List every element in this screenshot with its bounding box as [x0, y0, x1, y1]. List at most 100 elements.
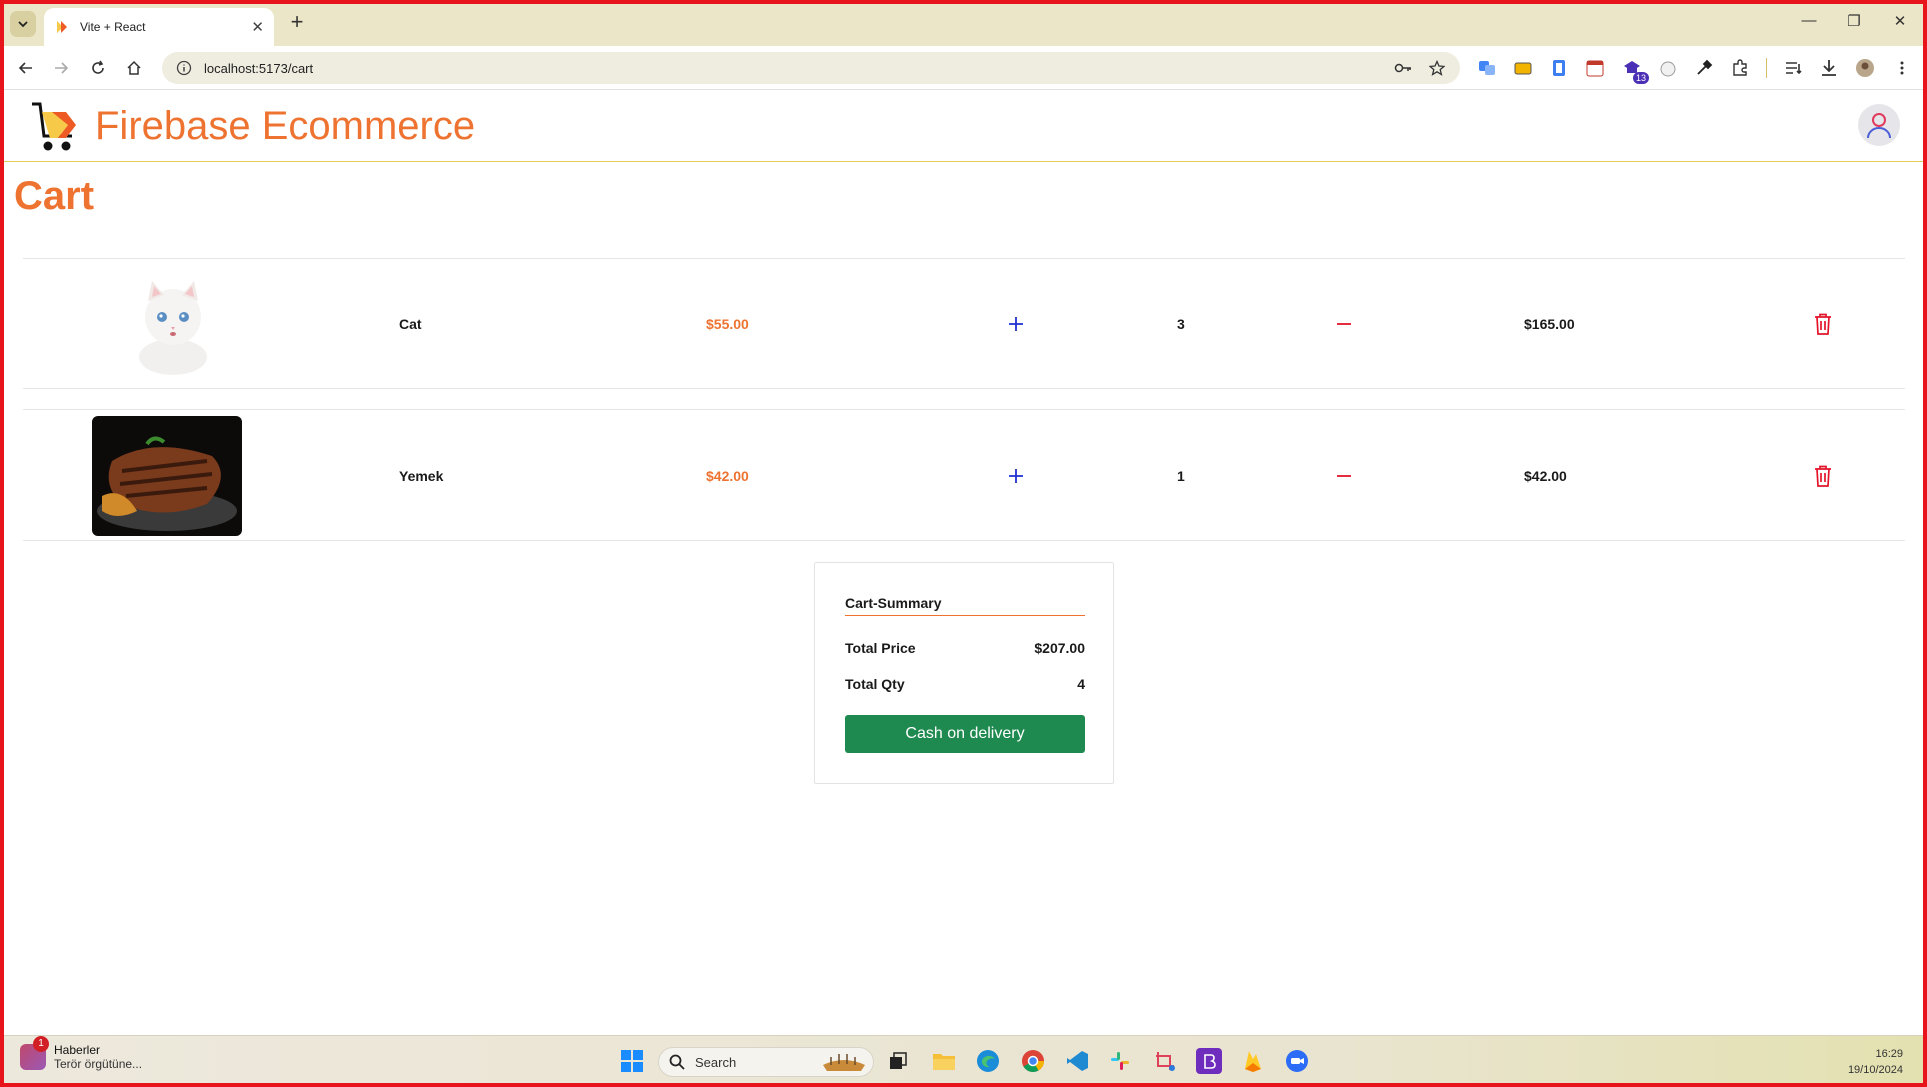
extension-folder-icon[interactable] — [1512, 57, 1534, 79]
windows-taskbar: 1 Haberler Terör örgütüne... Search 16:2… — [0, 1035, 1927, 1087]
delete-item-button[interactable] — [1809, 462, 1837, 490]
system-clock[interactable]: 16:29 19/10/2024 — [1848, 1046, 1903, 1078]
decrease-qty-button[interactable] — [1330, 310, 1358, 338]
chrome-icon[interactable] — [1020, 1048, 1046, 1074]
increase-qty-button[interactable] — [1002, 462, 1030, 490]
screen-border — [0, 0, 1927, 1087]
firebase-icon[interactable] — [1240, 1048, 1266, 1074]
windows-start-icon[interactable] — [619, 1048, 645, 1074]
extension-calendar-icon[interactable] — [1584, 57, 1606, 79]
product-name: Cat — [399, 316, 422, 332]
react-favicon-icon — [57, 21, 67, 33]
total-price-value: $207.00 — [1034, 640, 1085, 656]
line-total: $42.00 — [1524, 468, 1567, 484]
browser-tab[interactable]: Vite + React ✕ — [44, 8, 274, 46]
back-button[interactable] — [14, 56, 38, 80]
reload-icon — [92, 60, 104, 74]
site-info-icon[interactable] — [176, 60, 192, 76]
news-title: Haberler — [54, 1043, 101, 1057]
trash-icon — [1815, 313, 1831, 335]
brand-title[interactable]: Firebase Ecommerce — [95, 104, 475, 149]
increase-qty-button[interactable] — [1002, 310, 1030, 338]
close-window-icon[interactable]: ✕ — [1890, 12, 1910, 30]
search-icon — [669, 1054, 685, 1070]
cart-row: Yemek $42.00 1 $42.00 — [23, 409, 1905, 541]
steak-image-icon — [92, 416, 242, 536]
product-image — [92, 416, 242, 536]
product-name: Yemek — [399, 468, 444, 484]
news-subtitle: Terör örgütüne... — [54, 1057, 143, 1071]
tab-search-button[interactable] — [10, 11, 36, 37]
address-bar[interactable]: localhost:5173/cart — [162, 52, 1460, 84]
snipping-tool-icon[interactable] — [1152, 1048, 1178, 1074]
restore-icon[interactable]: ❐ — [1844, 12, 1864, 30]
password-key-icon[interactable] — [1392, 57, 1414, 79]
extension-docs-icon[interactable] — [1548, 57, 1570, 79]
product-price: $42.00 — [706, 468, 749, 484]
extensions-puzzle-icon[interactable] — [1729, 57, 1751, 79]
minimize-icon[interactable]: — — [1799, 12, 1819, 29]
search-highlight-icon — [823, 1054, 865, 1071]
home-icon — [127, 60, 141, 75]
trash-icon — [1815, 465, 1831, 487]
minus-icon — [1337, 475, 1351, 477]
slack-icon[interactable] — [1107, 1048, 1133, 1074]
decrease-qty-button[interactable] — [1330, 462, 1358, 490]
page-title: Cart — [14, 174, 95, 218]
vscode-icon[interactable] — [1064, 1048, 1090, 1074]
chrome-menu-icon[interactable] — [1891, 57, 1913, 79]
extension-school-icon[interactable]: 13 — [1621, 57, 1649, 84]
extension-timer-icon[interactable] — [1657, 57, 1679, 79]
tab-close-icon[interactable]: ✕ — [251, 18, 264, 36]
extension-badge: 13 — [1632, 72, 1649, 84]
reading-list-icon[interactable] — [1783, 57, 1805, 79]
total-qty-line: Total Qty 4 — [845, 676, 1085, 692]
total-qty-value: 4 — [1077, 676, 1085, 692]
chevron-down-icon — [18, 21, 28, 28]
news-icon: 1 — [20, 1036, 49, 1070]
zoom-icon[interactable] — [1284, 1048, 1310, 1074]
edge-browser-icon[interactable] — [975, 1048, 1001, 1074]
profile-avatar-icon[interactable] — [1854, 57, 1876, 79]
reload-button[interactable] — [86, 56, 110, 80]
total-price-label: Total Price — [845, 640, 916, 656]
bootstrap-studio-icon[interactable] — [1196, 1048, 1222, 1074]
plus-icon — [1009, 317, 1023, 331]
file-explorer-icon[interactable] — [931, 1048, 957, 1074]
forward-button[interactable] — [49, 56, 73, 80]
bookmark-star-icon[interactable] — [1426, 57, 1448, 79]
line-total: $165.00 — [1524, 316, 1575, 332]
cart-row: Cat $55.00 3 $165.00 — [23, 258, 1905, 389]
browser-tab-strip: Vite + React ✕ + — ❐ ✕ — [0, 0, 1927, 46]
total-price-line: Total Price $207.00 — [845, 640, 1085, 656]
task-view-icon[interactable] — [885, 1048, 911, 1074]
home-button[interactable] — [122, 56, 146, 80]
product-image — [108, 271, 238, 379]
translate-extension-icon[interactable] — [1476, 57, 1498, 79]
summary-title: Cart-Summary — [845, 595, 1085, 616]
search-placeholder: Search — [695, 1054, 737, 1070]
delete-item-button[interactable] — [1809, 310, 1837, 338]
total-qty-label: Total Qty — [845, 676, 905, 692]
cat-image-icon — [108, 271, 238, 379]
plus-icon — [1009, 469, 1023, 483]
toolbar-divider — [1766, 58, 1767, 78]
url-text[interactable]: localhost:5173/cart — [204, 61, 1392, 76]
arrow-left-icon — [18, 62, 32, 74]
cash-on-delivery-button[interactable]: Cash on delivery — [845, 715, 1085, 753]
clock-time: 16:29 — [1875, 1048, 1903, 1060]
taskbar-search[interactable]: Search — [658, 1047, 874, 1077]
news-badge: 1 — [33, 1036, 49, 1052]
shopping-cart-logo-icon[interactable] — [28, 98, 84, 154]
minus-icon — [1337, 323, 1351, 325]
app-header: Firebase Ecommerce — [4, 90, 1923, 162]
eyedropper-icon[interactable] — [1693, 57, 1715, 79]
download-icon[interactable] — [1818, 57, 1840, 79]
user-avatar[interactable] — [1858, 104, 1900, 146]
new-tab-button[interactable]: + — [285, 11, 309, 35]
quantity-value: 3 — [1177, 316, 1185, 332]
arrow-right-icon — [55, 62, 69, 74]
cart-summary-card: Cart-Summary Total Price $207.00 Total Q… — [814, 562, 1114, 784]
product-price: $55.00 — [706, 316, 749, 332]
news-widget[interactable]: 1 Haberler Terör örgütüne... — [20, 1036, 143, 1071]
